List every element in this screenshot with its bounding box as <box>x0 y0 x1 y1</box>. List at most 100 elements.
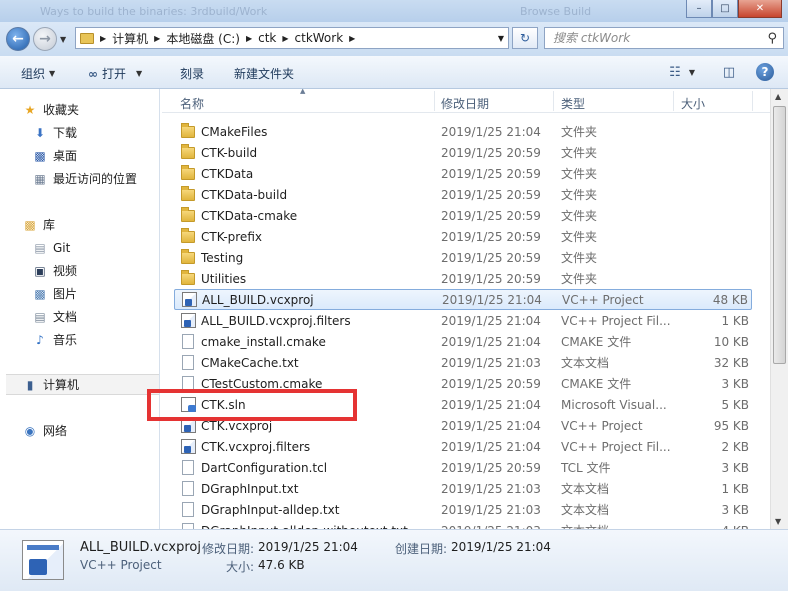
nav-music[interactable]: ♪ 音乐 <box>32 329 159 350</box>
recent-places-icon: ▦ <box>34 171 46 186</box>
file-name: CTK.sln <box>201 397 246 412</box>
nav-libraries[interactable]: ▩ 库 <box>22 214 159 235</box>
file-row[interactable]: DGraphInput-alldep.txt 2019/1/25 21:03 文本文… <box>174 499 752 520</box>
view-dropdown-button[interactable]: ▼ <box>684 62 700 82</box>
nav-computer[interactable]: ▮ 计算机 <box>6 374 159 395</box>
chevron-right-icon[interactable]: ▶ <box>246 34 252 43</box>
file-date: 2019/1/25 21:04 <box>441 334 541 349</box>
chevron-right-icon[interactable]: ▶ <box>100 34 106 43</box>
file-row[interactable]: CMakeCache.txt 2019/1/25 21:03 文本文档 32 KB <box>174 352 752 373</box>
address-dropdown-icon[interactable]: ▼ <box>498 34 504 43</box>
back-button[interactable]: ← <box>6 27 30 51</box>
column-divider[interactable] <box>434 91 435 111</box>
file-size: 2 KB <box>721 439 749 454</box>
file-row[interactable]: Utilities 2019/1/25 20:59 文件夹 <box>174 268 752 289</box>
nav-favorites[interactable]: ★ 收藏夹 <box>22 99 159 120</box>
maximize-button[interactable]: □ <box>712 0 738 18</box>
column-divider[interactable] <box>553 91 554 111</box>
file-row[interactable]: DGraphInput-alldep-withoutext.txt2019/1/… <box>174 520 752 529</box>
command-bar: 组织 ▼ ∞ 打开 ▼ 刻录 新建文件夹 ☷ ▼ ◫ ? <box>0 56 788 89</box>
nav-downloads[interactable]: ⬇ 下载 <box>32 122 159 143</box>
column-header-date[interactable]: 修改日期 <box>441 95 489 112</box>
details-modified-label: 修改日期: <box>202 542 255 556</box>
nav-downloads-label: 下载 <box>53 126 78 140</box>
scroll-up-icon[interactable]: ▲ <box>775 92 781 101</box>
file-row[interactable]: CTK-prefix 2019/1/25 20:59 文件夹 <box>174 226 752 247</box>
nav-git[interactable]: ▤ Git <box>32 237 159 258</box>
file-size: 48 KB <box>712 292 748 307</box>
refresh-icon: ↻ <box>519 31 531 45</box>
nav-recent-places[interactable]: ▦ 最近访问的位置 <box>32 168 159 189</box>
burn-button[interactable]: 刻录 <box>180 65 204 82</box>
nav-videos[interactable]: ▣ 视频 <box>32 260 159 281</box>
close-button[interactable]: ✕ <box>738 0 782 18</box>
column-header-type[interactable]: 类型 <box>561 95 585 112</box>
file-size: 95 KB <box>713 418 749 433</box>
scroll-down-icon[interactable]: ▼ <box>775 517 781 526</box>
breadcrumb-ctk[interactable]: ctk <box>258 31 276 45</box>
file-type: VC++ Project <box>561 418 643 433</box>
nav-network[interactable]: ◉ 网络 <box>22 420 159 441</box>
minimize-button[interactable]: – <box>686 0 712 18</box>
recent-pages-dropdown-icon[interactable]: ▼ <box>60 35 66 44</box>
column-header-size[interactable]: 大小 <box>681 95 705 112</box>
nav-documents[interactable]: ▤ 文档 <box>32 306 159 327</box>
chevron-down-icon: ▼ <box>136 69 143 78</box>
file-row[interactable]: DGraphInput.txt 2019/1/25 21:03 文本文档 1 KB <box>174 478 752 499</box>
preview-pane-button[interactable]: ◫ <box>716 62 742 82</box>
file-row[interactable]: ALL_BUILD.vcxproj 2019/1/25 21:04 VC++ Pro… <box>174 289 752 310</box>
file-row[interactable]: CTK.vcxproj.filters 2019/1/25 21:04 VC++ P… <box>174 436 752 457</box>
file-name: CMakeCache.txt <box>201 355 299 370</box>
chevron-right-icon[interactable]: ▶ <box>282 34 288 43</box>
scrollbar-thumb[interactable] <box>773 106 786 364</box>
file-size: 3 KB <box>721 376 749 391</box>
desktop-icon: ▩ <box>34 148 46 163</box>
chevron-down-icon: ▼ <box>49 69 56 78</box>
file-row[interactable]: CTK.sln 2019/1/25 21:04 Microsoft Visual..… <box>174 394 752 415</box>
breadcrumb-local-disk[interactable]: 本地磁盘 (C:) <box>166 30 240 47</box>
file-row[interactable]: Testing 2019/1/25 20:59 文件夹 <box>174 247 752 268</box>
file-name: CTK.vcxproj.filters <box>201 439 311 454</box>
help-button[interactable]: ? <box>752 62 778 82</box>
file-row[interactable]: CTestCustom.cmake 2019/1/25 20:59 CMAKE 文件… <box>174 373 752 394</box>
file-type: 文件夹 <box>561 209 598 223</box>
document-icon <box>180 460 196 476</box>
search-box[interactable]: ⚲ <box>544 27 784 49</box>
search-icon[interactable]: ⚲ <box>767 31 777 46</box>
navigation-pane: ★ 收藏夹 ⬇ 下载 ▩ 桌面 ▦ 最近访问的位置 ▩ 库 ▤ Git ▣ 视频… <box>0 89 160 529</box>
organize-button[interactable]: 组织 ▼ <box>21 65 55 82</box>
forward-button[interactable]: → <box>33 27 57 51</box>
file-date: 2019/1/25 20:59 <box>441 460 541 475</box>
file-row[interactable]: CTK.vcxproj 2019/1/25 21:04 VC++ Project 95… <box>174 415 752 436</box>
address-bar[interactable]: ▶ 计算机 ▶ 本地磁盘 (C:) ▶ ctk ▶ ctkWork ▶ ▼ <box>75 27 509 49</box>
address-row: ← → ▼ ▶ 计算机 ▶ 本地磁盘 (C:) ▶ ctk ▶ ctkWork … <box>0 22 788 56</box>
file-row[interactable]: CTKData 2019/1/25 20:59 文件夹 <box>174 163 752 184</box>
file-row[interactable]: CTK-build 2019/1/25 20:59 文件夹 <box>174 142 752 163</box>
file-row[interactable]: ALL_BUILD.vcxproj.filters 2019/1/25 21:04… <box>174 310 752 331</box>
details-size-value: 47.6 KB <box>258 558 305 572</box>
file-row[interactable]: CMakeFiles 2019/1/25 21:04 文件夹 <box>174 121 752 142</box>
file-row[interactable]: cmake_install.cmake 2019/1/25 21:04 CMAKE … <box>174 331 752 352</box>
search-input[interactable] <box>553 31 753 45</box>
document-icon <box>180 502 196 518</box>
solution-file-icon <box>180 397 196 413</box>
column-header-name[interactable]: 名称 <box>180 95 204 112</box>
nav-libraries-label: 库 <box>43 218 56 232</box>
breadcrumb-ctkwork[interactable]: ctkWork <box>295 31 344 45</box>
breadcrumb-computer[interactable]: 计算机 <box>112 30 148 47</box>
new-folder-button[interactable]: 新建文件夹 <box>234 65 294 82</box>
file-date: 2019/1/25 20:59 <box>441 145 541 160</box>
chevron-right-icon[interactable]: ▶ <box>349 34 355 43</box>
nav-pictures[interactable]: ▩ 图片 <box>32 283 159 304</box>
column-divider[interactable] <box>752 91 753 111</box>
file-row[interactable]: DartConfiguration.tcl 2019/1/25 20:59 TCL … <box>174 457 752 478</box>
open-button[interactable]: ∞ 打开 ▼ <box>88 65 142 82</box>
open-with-icon: ∞ <box>88 66 98 81</box>
vertical-scrollbar[interactable]: ▲ ▼ <box>770 89 788 529</box>
column-divider[interactable] <box>673 91 674 111</box>
chevron-right-icon[interactable]: ▶ <box>154 34 160 43</box>
file-row[interactable]: CTKData-build 2019/1/25 20:59 文件夹 <box>174 184 752 205</box>
file-row[interactable]: CTKData-cmake 2019/1/25 20:59 文件夹 <box>174 205 752 226</box>
refresh-button[interactable]: ↻ <box>512 27 538 49</box>
nav-desktop[interactable]: ▩ 桌面 <box>32 145 159 166</box>
